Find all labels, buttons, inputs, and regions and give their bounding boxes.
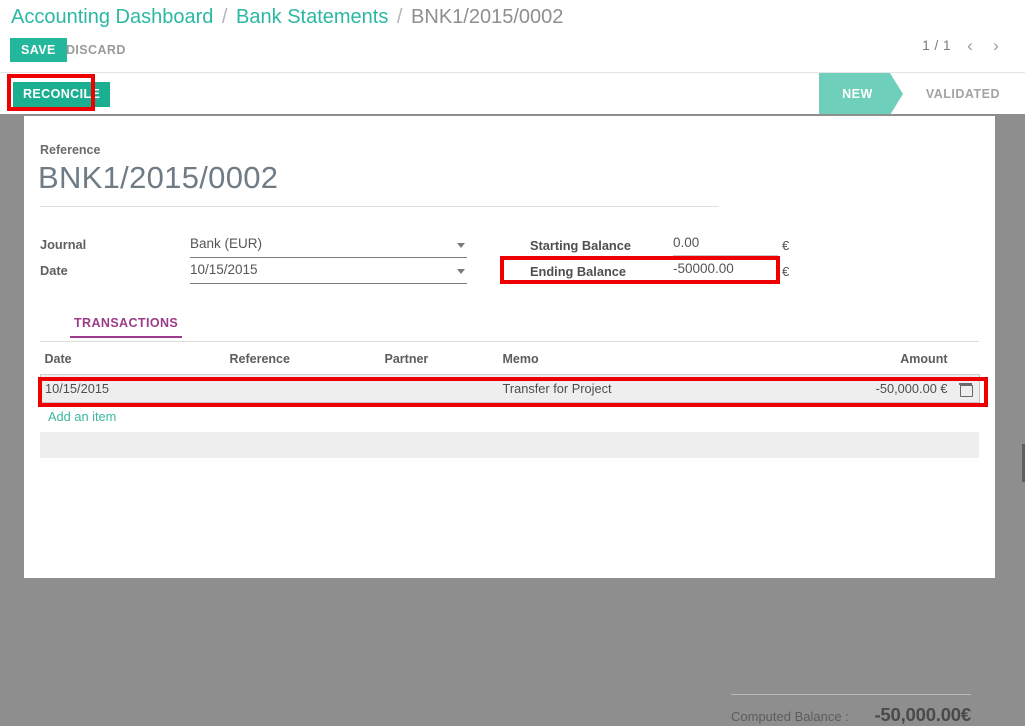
table-row[interactable]: 10/15/2015 Transfer for Project -50,000.… (41, 375, 980, 403)
ending-balance-input[interactable] (673, 260, 778, 277)
cell-amount[interactable]: -50,000.00 € (779, 375, 952, 403)
column-header-date[interactable]: Date (41, 342, 226, 375)
cell-memo[interactable]: Transfer for Project (499, 375, 779, 403)
chevron-down-icon[interactable] (457, 269, 465, 274)
empty-row-placeholder (40, 432, 979, 458)
breadcrumb-separator: / (394, 6, 406, 28)
computed-balance-value: -50,000.00€ (874, 704, 971, 726)
transactions-table: Date Reference Partner Memo Amount 10/15… (40, 342, 980, 403)
form-group-right: Starting Balance € Ending Balance € (510, 234, 950, 286)
notebook: TRANSACTIONS Date Reference Partner Memo… (40, 316, 979, 458)
computed-balance: Computed Balance : -50,000.00€ (731, 694, 971, 726)
starting-balance-label: Starting Balance (530, 238, 631, 253)
tab-transactions[interactable]: TRANSACTIONS (70, 316, 182, 338)
starting-balance-input[interactable] (673, 234, 778, 251)
field-row-starting-balance: Starting Balance € (510, 234, 950, 260)
breadcrumb-item-bank-statements[interactable]: Bank Statements (236, 6, 388, 28)
date-input[interactable] (190, 260, 467, 279)
chevron-down-icon[interactable] (457, 243, 465, 248)
trash-icon[interactable] (960, 382, 971, 395)
column-header-amount[interactable]: Amount (779, 342, 952, 375)
breadcrumb-item-accounting-dashboard[interactable]: Accounting Dashboard (11, 6, 213, 28)
status-stage-new[interactable]: NEW (819, 73, 890, 115)
ending-balance-label: Ending Balance (530, 264, 626, 279)
column-header-memo[interactable]: Memo (499, 342, 779, 375)
pager: 1 / 1 ‹ › (922, 37, 1003, 54)
cell-delete[interactable] (952, 375, 980, 403)
discard-button[interactable]: DISCARD (66, 38, 126, 62)
page-title[interactable]: BNK1/2015/0002 (38, 160, 278, 196)
ending-balance-currency: € (782, 264, 789, 279)
cell-date[interactable]: 10/15/2015 (41, 375, 226, 403)
computed-balance-label: Computed Balance : (731, 709, 849, 724)
starting-balance-field[interactable] (673, 234, 778, 256)
column-header-partner[interactable]: Partner (381, 342, 499, 375)
form-group-left: Journal Date (40, 234, 481, 286)
field-row-date: Date (40, 260, 481, 286)
starting-balance-currency: € (782, 238, 789, 253)
control-panel: Accounting Dashboard / Bank Statements /… (0, 0, 1025, 72)
status-stage-validated[interactable]: VALIDATED (903, 73, 1017, 115)
notebook-tabs: TRANSACTIONS (40, 316, 979, 342)
cell-partner[interactable] (381, 375, 499, 403)
cell-reference[interactable] (226, 375, 381, 403)
date-label: Date (40, 263, 68, 278)
form-sheet: Reference BNK1/2015/0002 Journal Date St… (24, 116, 995, 578)
column-header-reference[interactable]: Reference (226, 342, 381, 375)
pager-count: 1 / 1 (922, 38, 951, 53)
statusbar-row: RECONCILE NEW VALIDATED (0, 72, 1025, 114)
breadcrumb-item-current: BNK1/2015/0002 (411, 6, 563, 28)
column-header-actions (952, 342, 980, 375)
pager-previous-icon[interactable]: ‹ (963, 37, 977, 54)
reconcile-button[interactable]: RECONCILE (13, 82, 110, 107)
pager-next-icon[interactable]: › (989, 37, 1003, 54)
breadcrumb: Accounting Dashboard / Bank Statements /… (11, 4, 563, 30)
journal-input[interactable] (190, 234, 467, 253)
statusbar: NEW VALIDATED (819, 73, 1017, 115)
journal-label: Journal (40, 237, 86, 252)
field-row-journal: Journal (40, 234, 481, 260)
reference-label: Reference (40, 143, 100, 157)
title-underline (40, 206, 719, 207)
breadcrumb-separator: / (219, 6, 231, 28)
save-button[interactable]: SAVE (10, 38, 67, 62)
table-header-row: Date Reference Partner Memo Amount (41, 342, 980, 375)
date-field[interactable] (190, 260, 467, 284)
journal-field[interactable] (190, 234, 467, 258)
add-an-item-button[interactable]: Add an item (48, 409, 116, 424)
field-row-ending-balance: Ending Balance € (510, 260, 950, 286)
ending-balance-field[interactable] (673, 260, 778, 282)
